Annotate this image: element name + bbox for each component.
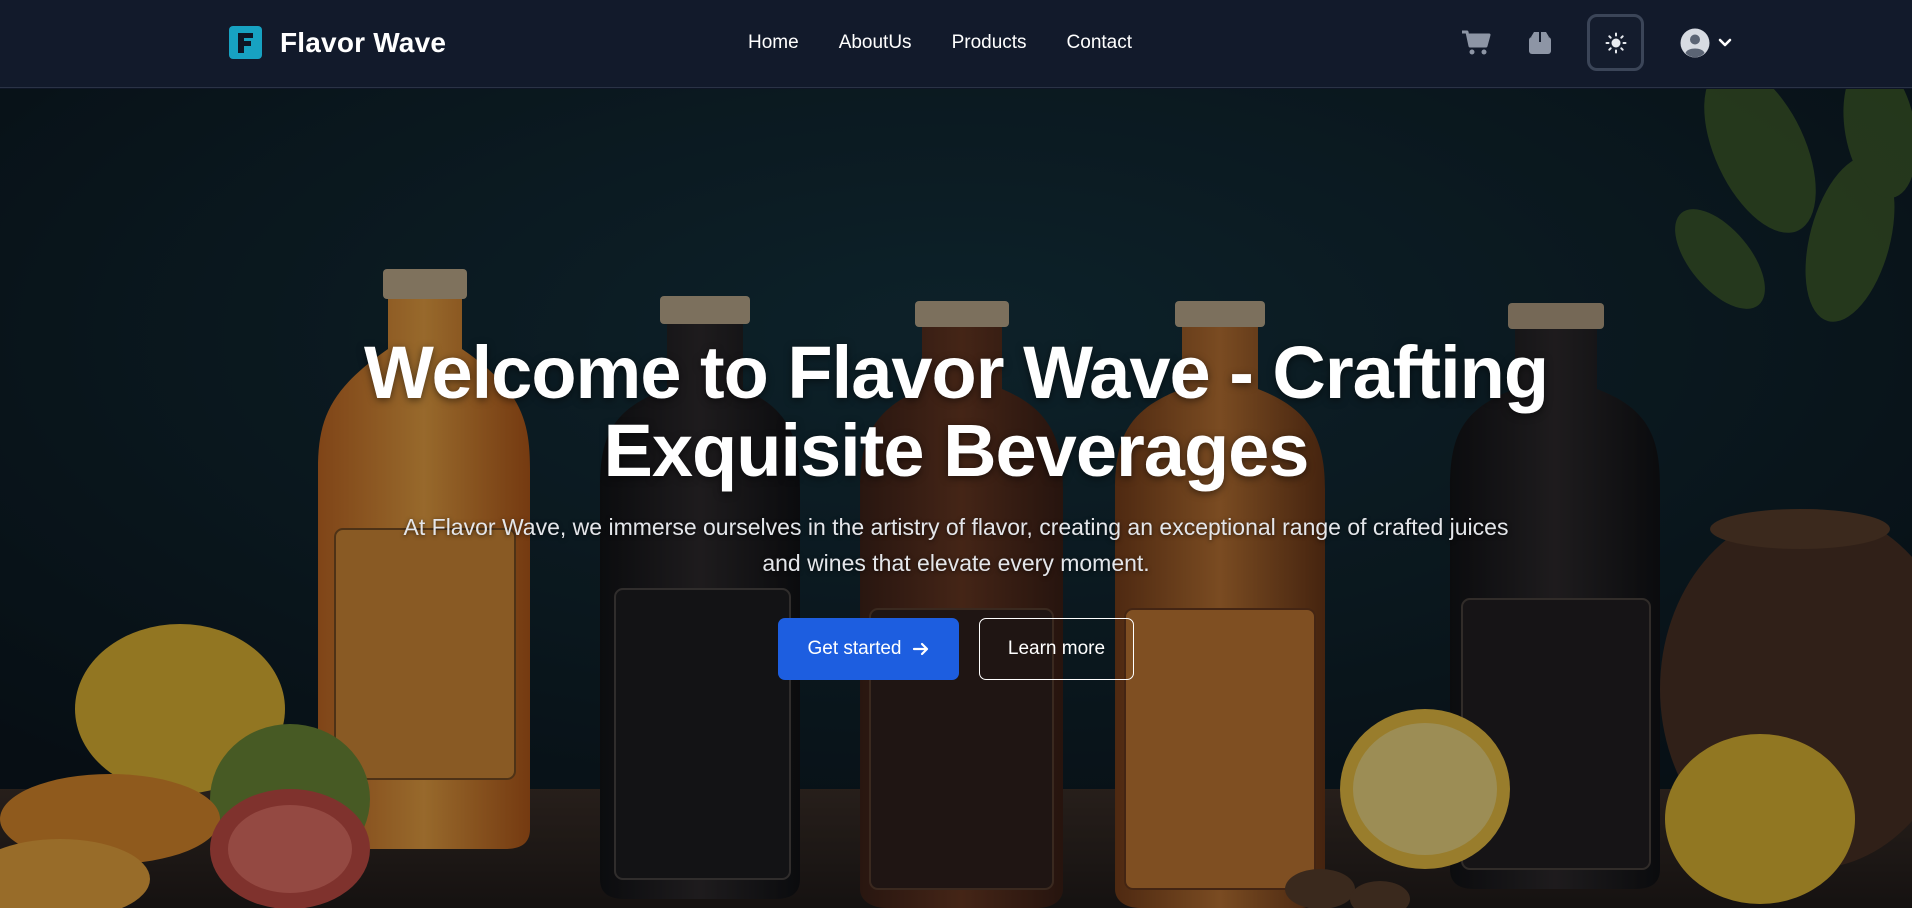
theme-toggle-button[interactable] [1587, 14, 1644, 71]
chevron-down-icon [1718, 38, 1732, 47]
hero-subtitle: At Flavor Wave, we immerse ourselves in … [403, 514, 1509, 576]
hero-section: Welcome to Flavor Wave - Crafting Exquis… [0, 89, 1912, 908]
arrow-right-icon [912, 642, 928, 656]
cart-icon [1462, 30, 1491, 55]
orders-button[interactable] [1523, 26, 1557, 60]
package-icon [1529, 32, 1551, 54]
nav-link-contact[interactable]: Contact [1067, 30, 1132, 56]
get-started-button[interactable]: Get started [778, 618, 959, 680]
hero-title: Welcome to Flavor Wave - Crafting Exquis… [363, 331, 1549, 492]
nav-link-products[interactable]: Products [952, 30, 1027, 56]
logo-icon [229, 26, 262, 59]
get-started-label: Get started [807, 638, 902, 659]
user-menu[interactable] [1680, 28, 1732, 58]
user-avatar-icon [1680, 28, 1710, 58]
sun-icon [1605, 32, 1626, 53]
learn-more-button[interactable]: Learn more [979, 618, 1134, 680]
brand-name: Flavor Wave [280, 26, 447, 58]
brand-logo[interactable]: Flavor Wave [229, 26, 446, 59]
nav-link-home[interactable]: Home [748, 30, 799, 56]
nav-link-aboutus[interactable]: AboutUs [839, 30, 912, 56]
cart-button[interactable] [1459, 26, 1493, 60]
main-menu: Home AboutUs Products Contact [748, 30, 1172, 56]
learn-more-label: Learn more [1007, 638, 1106, 659]
top-navbar: Flavor Wave Home AboutUs Products Contac… [0, 0, 1912, 88]
hero-overlay [0, 89, 1912, 908]
